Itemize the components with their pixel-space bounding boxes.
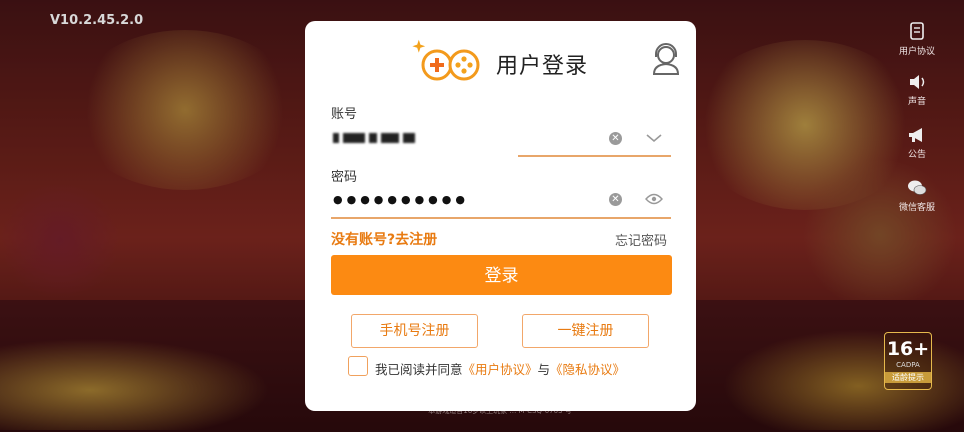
- login-button[interactable]: 登录: [331, 255, 672, 295]
- customer-service-icon[interactable]: [651, 43, 681, 75]
- age-rating-org: CADPA: [896, 361, 920, 369]
- age-rating-badge: 16+ CADPA 适龄提示: [884, 332, 932, 390]
- password-label: 密码: [331, 170, 358, 185]
- agreement-and: 与: [537, 362, 551, 377]
- dialog-title: 用户登录: [496, 54, 589, 79]
- quick-register-button[interactable]: 一键注册: [522, 314, 649, 348]
- agreement-checkbox[interactable]: [348, 356, 368, 376]
- wechat-icon: [908, 180, 927, 195]
- game-logo-icon: [412, 39, 480, 81]
- agreement-prefix: 我已阅读并同意: [375, 362, 463, 377]
- version-label: V10.2.45.2.0: [50, 13, 144, 28]
- account-underline: [518, 155, 671, 157]
- clear-icon[interactable]: ✕: [609, 193, 622, 206]
- side-item-label: 声音: [907, 97, 926, 107]
- user-agreement-link[interactable]: 《用户协议》: [463, 362, 538, 377]
- side-item-user-agreement[interactable]: 用户协议: [893, 22, 941, 57]
- age-rating-value: 16+: [886, 338, 930, 360]
- agreement-text: 我已阅读并同意《用户协议》与《隐私协议》: [375, 359, 625, 378]
- side-item-label: 公告: [907, 150, 926, 160]
- eye-icon[interactable]: [645, 193, 663, 205]
- side-item-wechat-service[interactable]: 微信客服: [893, 178, 941, 213]
- password-underline: [331, 217, 671, 219]
- agreement-row: 我已阅读并同意《用户协议》与《隐私协议》: [348, 356, 678, 380]
- dialog-header: 用户登录: [305, 21, 696, 101]
- document-icon: [910, 22, 924, 40]
- clear-icon[interactable]: ✕: [609, 132, 622, 145]
- chevron-down-icon[interactable]: [646, 132, 662, 144]
- account-value-masked: [333, 127, 419, 146]
- age-rating-label: 适龄提示: [885, 372, 931, 383]
- side-item-label: 微信客服: [898, 203, 935, 213]
- login-dialog: 用户登录 账号 ✕ 密码 ●●●●●●●●●● ✕ 没有账号?去注册 忘记密码 …: [305, 21, 696, 411]
- megaphone-icon: [909, 128, 922, 142]
- password-value: ●●●●●●●●●●: [333, 193, 469, 206]
- side-item-label: 用户协议: [898, 47, 935, 57]
- phone-register-button[interactable]: 手机号注册: [351, 314, 478, 348]
- side-item-sound[interactable]: 声音: [893, 72, 941, 107]
- privacy-policy-link[interactable]: 《隐私协议》: [550, 362, 625, 377]
- register-link[interactable]: 没有账号?去注册: [331, 229, 437, 249]
- speaker-icon: [910, 75, 925, 89]
- side-item-announcement[interactable]: 公告: [893, 125, 941, 160]
- account-label: 账号: [331, 107, 358, 122]
- forgot-password-link[interactable]: 忘记密码: [615, 230, 667, 249]
